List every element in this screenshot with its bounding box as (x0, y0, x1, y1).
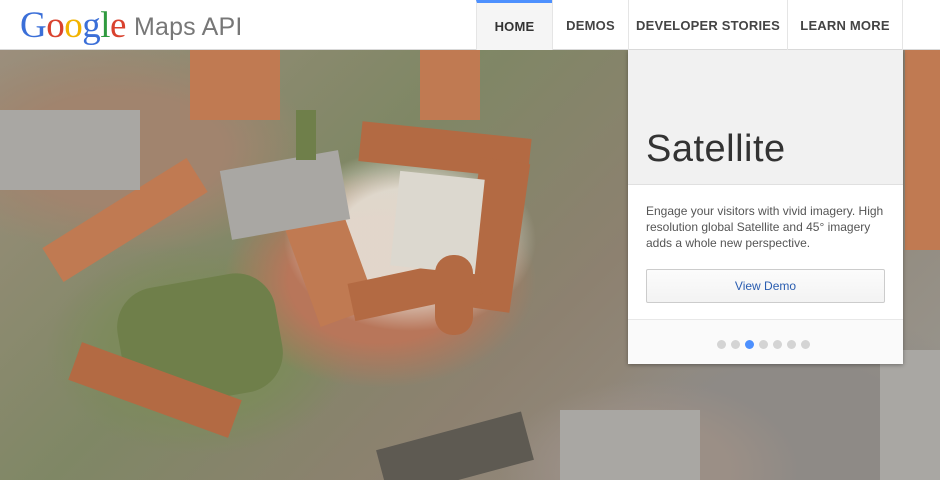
city-block-nw (0, 110, 140, 190)
card-body: Engage your visitors with vivid imagery.… (628, 185, 903, 303)
castle-tower (435, 255, 473, 335)
logo-letter-l: l (100, 4, 111, 46)
carousel-dot-3[interactable] (745, 340, 754, 349)
logo-letter-e: e (110, 4, 126, 46)
city-block-n (190, 50, 280, 120)
card-description: Engage your visitors with vivid imagery.… (646, 204, 884, 250)
carousel-indicators (717, 340, 810, 349)
logo-letter-g2: g (82, 4, 101, 46)
nav-learn-more[interactable]: LEARN MORE (787, 0, 903, 50)
logo-letter-g: G (20, 4, 47, 46)
main-nav: HOME DEMOS DEVELOPER STORIES LEARN MORE (476, 0, 903, 50)
cathedral-spire (296, 110, 316, 160)
castle-courtyard (390, 170, 485, 275)
city-block-e (880, 350, 940, 480)
view-demo-button[interactable]: View Demo (646, 269, 885, 303)
city-block-far-e (905, 50, 940, 250)
carousel-dot-2[interactable] (731, 340, 740, 349)
nav-home[interactable]: HOME (476, 0, 552, 50)
google-logo: Google (20, 7, 126, 44)
city-block-s (560, 410, 700, 480)
carousel-dot-4[interactable] (759, 340, 768, 349)
city-block-ne (420, 50, 480, 120)
logo-letter-o1: o (46, 4, 65, 46)
city-block-sc (376, 411, 534, 480)
google-maps-api-logo[interactable]: Google Maps API (20, 3, 243, 47)
feature-card: Satellite Engage your visitors with vivi… (628, 50, 903, 364)
carousel-dot-1[interactable] (717, 340, 726, 349)
card-header: Satellite (628, 50, 903, 185)
carousel-dot-5[interactable] (773, 340, 782, 349)
site-header: Google Maps API HOME DEMOS DEVELOPER STO… (0, 0, 940, 50)
carousel-dot-6[interactable] (787, 340, 796, 349)
nav-demos[interactable]: DEMOS (552, 0, 628, 50)
logo-letter-o2: o (64, 4, 83, 46)
carousel-dot-7[interactable] (801, 340, 810, 349)
card-title: Satellite (646, 128, 786, 170)
product-name: Maps API (133, 12, 243, 41)
carousel-footer (628, 319, 903, 364)
nav-developer-stories[interactable]: DEVELOPER STORIES (628, 0, 787, 50)
